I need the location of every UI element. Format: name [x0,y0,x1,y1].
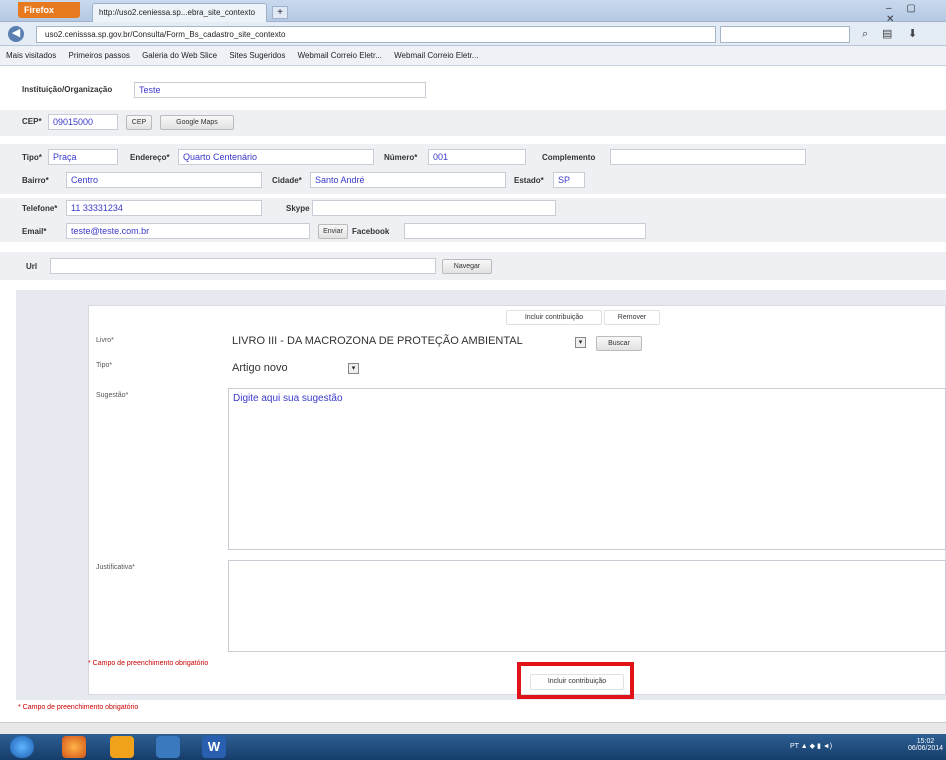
search-icon[interactable]: ⌕ [862,28,868,41]
browser-tab[interactable]: http://uso2.ceniessa.sp...ebra_site_cont… [92,3,267,22]
form-required-note: * Campo de preenchimento obrigatório [18,704,139,711]
bairro-input[interactable]: Centro [66,172,262,188]
tipo-dropdown-icon[interactable]: ▾ [348,363,359,374]
instituicao-input[interactable]: Teste [134,82,426,98]
google-maps-button[interactable]: Google Maps [160,115,234,130]
firefox-taskbar-icon[interactable] [62,736,86,758]
bookmark-item[interactable]: Mais visitados [6,51,56,60]
cidade-label: Cidade* [272,176,302,185]
new-tab-button[interactable]: + [272,6,288,19]
email-input[interactable]: teste@teste.com.br [66,223,310,239]
instituicao-label: Instituição/Organização [22,85,113,94]
endereco-input[interactable]: Quarto Centenário [178,149,374,165]
tipo-contribuicao-select[interactable]: Artigo novo [228,360,344,378]
estado-input[interactable]: SP [553,172,585,188]
justificativa-textarea[interactable] [228,560,946,652]
url-input[interactable] [50,258,436,274]
bookmark-item[interactable]: Webmail Correio Eletr... [298,51,382,60]
numero-label: Número* [384,153,418,162]
complemento-label: Complemento [542,153,596,162]
livro-label: Livro* [96,337,114,344]
numero-input[interactable]: 001 [428,149,526,165]
remover-button[interactable]: Remover [604,310,660,325]
skype-input[interactable] [312,200,556,216]
bookmark-item[interactable]: Galeria do Web Slice [142,51,217,60]
justificativa-label: Justificativa* [96,564,135,571]
start-orb-icon[interactable] [10,736,34,758]
address-bar[interactable]: uso2.cenisssa.sp.gov.br/Consulta/Form_Bs… [36,26,716,43]
facebook-label: Facebook [352,227,390,236]
search-box[interactable] [720,26,850,43]
sugestao-label: Sugestão* [96,392,129,399]
email-label: Email* [22,227,47,236]
livro-select[interactable]: LIVRO III - DA MACROZONA DE PROTEÇÃO AMB… [228,333,572,351]
tipo-contribuicao-label: Tipo* [96,362,113,369]
clock[interactable]: 15:02 06/06/2014 [908,738,943,752]
complemento-input[interactable] [610,149,806,165]
cidade-input[interactable]: Santo André [310,172,506,188]
facebook-input[interactable] [404,223,646,239]
incluir-contribuicao-top-button[interactable]: Incluir contribuição [506,310,602,325]
skype-label: Skype [286,204,310,213]
highlight-box [517,662,634,699]
bairro-label: Bairro* [22,176,49,185]
network-taskbar-icon[interactable] [156,736,180,758]
download-icon[interactable]: ⬇ [908,27,917,40]
enviar-button[interactable]: Enviar [318,224,348,239]
sugestao-textarea[interactable]: Digite aqui sua sugestão [228,388,946,550]
navegar-button[interactable]: Navegar [442,259,492,274]
estado-label: Estado* [514,176,544,185]
horizontal-scrollbar[interactable] [0,722,946,734]
bookmarks-bar: Mais visitados Primeiros passos Galeria … [0,46,946,66]
bookmark-item[interactable]: Primeiros passos [68,51,129,60]
contribution-required-note: * Campo de preenchimento obrigatório [88,660,209,667]
tray-icons[interactable]: PT ▲ ◆ ▮ ◄) [790,743,832,750]
clock-date: 06/06/2014 [908,745,944,752]
cep-button[interactable]: CEP [126,115,152,130]
cep-input[interactable]: 09015000 [48,114,118,130]
bookmark-item[interactable]: Sites Sugeridos [229,51,285,60]
outlook-taskbar-icon[interactable] [110,736,134,758]
tipo-label: Tipo* [22,153,42,162]
window-controls[interactable]: – ▢ ✕ [886,3,942,25]
clock-time: 15:02 [916,738,935,745]
buscar-button[interactable]: Buscar [596,336,642,351]
bookmark-icon[interactable]: ▤ [882,27,892,40]
livro-dropdown-icon[interactable]: ▾ [575,337,586,348]
bookmark-item[interactable]: Webmail Correio Eletr... [394,51,478,60]
endereco-label: Endereço* [130,153,170,162]
firefox-menu-button[interactable]: Firefox [18,2,80,18]
word-taskbar-icon[interactable]: W [202,736,226,758]
telefone-input[interactable]: 11 33331234 [66,200,262,216]
back-arrow-icon[interactable]: ◀ [8,26,24,42]
cep-label: CEP* [22,117,42,126]
url-label: Url [26,262,38,271]
tipo-input[interactable]: Praça [48,149,118,165]
telefone-label: Telefone* [22,204,58,213]
system-tray: PT ▲ ◆ ▮ ◄) 15:02 06/06/2014 [790,738,943,756]
